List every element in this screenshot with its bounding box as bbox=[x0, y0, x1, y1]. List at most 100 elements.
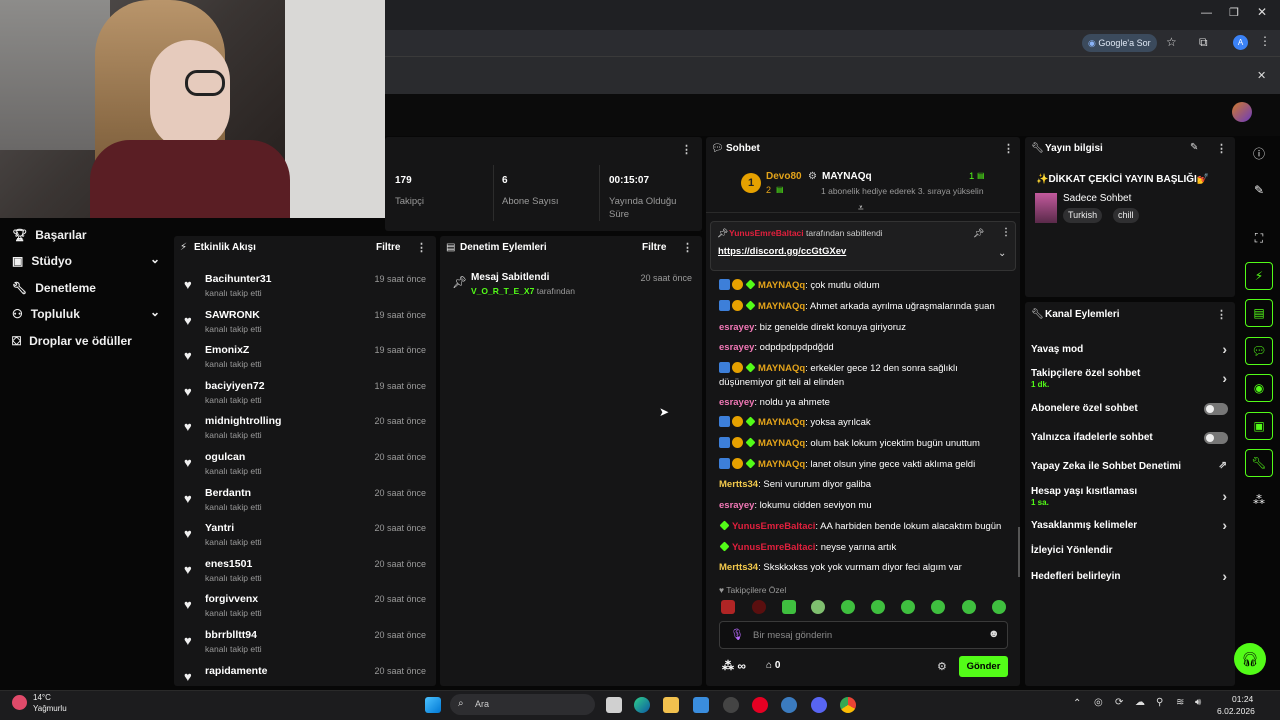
tray-icon-1[interactable]: ◎ bbox=[1094, 697, 1103, 708]
user-avatar[interactable] bbox=[1232, 102, 1252, 122]
taskbar-search[interactable]: ⌕ Ara bbox=[450, 694, 595, 715]
app-icon[interactable] bbox=[723, 697, 739, 713]
activity-item[interactable]: ♥ Bacihunter31 kanalı takip etti 19 saat ön… bbox=[174, 272, 434, 307]
category-thumbnail[interactable] bbox=[1035, 193, 1057, 223]
store-icon[interactable] bbox=[693, 697, 709, 713]
activity-item[interactable]: ♥ SAWRONK kanalı takip etti 19 saat önce bbox=[174, 308, 434, 343]
channel-actions-menu-icon[interactable]: ⋮ bbox=[1216, 308, 1227, 321]
chat-input[interactable]: 🎙︎ Bir mesaj gönderin ☻ bbox=[719, 621, 1008, 649]
points-display[interactable]: ⁂ ∞ bbox=[722, 659, 746, 673]
fullscreen-icon[interactable]: ⛶ bbox=[1245, 224, 1273, 252]
activity-username[interactable]: baciyiyen72 bbox=[205, 380, 265, 392]
leader1-name[interactable]: Devo80 bbox=[766, 171, 802, 182]
bolt-rail-icon[interactable]: ⚡︎ bbox=[1245, 262, 1273, 290]
chat-username[interactable]: esrayey bbox=[719, 500, 754, 511]
unpin-icon[interactable]: 📌︎ bbox=[973, 228, 984, 239]
activity-item[interactable]: ♥ enes1501 kanalı takip etti 20 saat önce bbox=[174, 557, 434, 592]
close-infobar-icon[interactable]: ✕ bbox=[1257, 69, 1266, 82]
chat-username[interactable]: Mertts34 bbox=[719, 562, 758, 573]
chat-rail-icon[interactable]: 💬︎ bbox=[1245, 337, 1273, 365]
banned-words-item[interactable]: Yasaklanmış kelimeler › bbox=[1031, 517, 1227, 533]
activity-item[interactable]: ♥ baciyiyen72 kanalı takip etti 19 saat önc… bbox=[174, 379, 434, 414]
emote-only-toggle[interactable] bbox=[1204, 432, 1228, 444]
pinned-link[interactable]: https://discord.gg/ccGtGXev bbox=[718, 246, 846, 257]
sidebar-item-studio[interactable]: ▣ Stüdyo ⌄ bbox=[12, 252, 160, 268]
mod-action-username[interactable]: V_O_R_T_E_X7 bbox=[471, 286, 534, 296]
activity-username[interactable]: forgivvenx bbox=[205, 593, 258, 605]
chat-username[interactable]: esrayey bbox=[719, 342, 754, 353]
followers-only-item[interactable]: Takipçilere özel sohbet 1 dk. › bbox=[1031, 368, 1227, 389]
tray-chevron-icon[interactable]: ⌃ bbox=[1073, 698, 1081, 709]
activity-username[interactable]: rapidamente bbox=[205, 665, 267, 677]
chat-username[interactable]: MAYNAQq bbox=[758, 438, 805, 449]
emote-7[interactable] bbox=[901, 600, 915, 614]
info-icon[interactable]: ⓘ bbox=[1245, 139, 1273, 167]
emoji-icon[interactable]: ☻ bbox=[988, 628, 1000, 640]
sidebar-item-drops[interactable]: ⛋ Droplar ve ödüller bbox=[12, 334, 132, 349]
activity-username[interactable]: ogulcan bbox=[205, 451, 245, 463]
emote-8[interactable] bbox=[931, 600, 945, 614]
emote-6[interactable] bbox=[871, 600, 885, 614]
maximize-icon[interactable]: ❐ bbox=[1229, 6, 1239, 19]
panel-rail-icon[interactable]: ▣ bbox=[1245, 412, 1273, 440]
google-ask-button[interactable]: ◉ Google'a Sor bbox=[1082, 34, 1157, 52]
activity-item[interactable]: ♥ Yantri kanalı takip etti 20 saat önce bbox=[174, 521, 434, 556]
chat-username[interactable]: MAYNAQq bbox=[758, 417, 805, 428]
sidebar-item-achievements[interactable]: 🏆︎ Başarılar bbox=[12, 228, 87, 242]
chat-settings-icon[interactable]: ⚙ bbox=[937, 660, 947, 673]
slow-mode-item[interactable]: Yavaş mod › bbox=[1031, 341, 1227, 357]
leader2-name[interactable]: MAYNAQq bbox=[822, 171, 872, 182]
subs-only-toggle[interactable] bbox=[1204, 403, 1228, 415]
expand-leaderboard-icon[interactable]: ⩡ bbox=[858, 203, 864, 214]
store-display[interactable]: ⌂ 0 bbox=[766, 660, 780, 671]
raid-item[interactable]: İzleyici Yönlendir bbox=[1031, 545, 1113, 556]
chat-username[interactable]: MAYNAQq bbox=[758, 280, 805, 291]
activity-username[interactable]: Bacihunter31 bbox=[205, 273, 272, 285]
chat-scrollbar[interactable] bbox=[1018, 527, 1020, 577]
chrome-icon[interactable] bbox=[840, 697, 856, 713]
activity-item[interactable]: ♥ Berdantn kanalı takip etti 20 saat önce bbox=[174, 486, 434, 521]
activity-item[interactable]: ♥ bbrrblltt94 kanalı takip etti 20 saat önc… bbox=[174, 628, 434, 663]
mod-menu-icon[interactable]: ⋮ bbox=[682, 241, 693, 254]
activity-username[interactable]: bbrrblltt94 bbox=[205, 629, 257, 641]
activity-username[interactable]: EmonixZ bbox=[205, 344, 249, 356]
sidebar-item-moderation[interactable]: 🔧︎ Denetleme bbox=[12, 281, 96, 295]
activity-item[interactable]: ♥ ogulcan kanalı takip etti 20 saat önce bbox=[174, 450, 434, 485]
task-view-icon[interactable] bbox=[606, 697, 622, 713]
file-explorer-icon[interactable] bbox=[663, 697, 679, 713]
extensions-icon[interactable]: ⧉ bbox=[1199, 35, 1208, 50]
wrench-rail-icon[interactable]: 🔧︎ bbox=[1245, 449, 1273, 477]
emote-1[interactable] bbox=[721, 600, 735, 614]
chat-username[interactable]: MAYNAQq bbox=[758, 301, 805, 312]
mod-filter-button[interactable]: Filtre bbox=[642, 242, 666, 253]
clock-date[interactable]: 6.02.2026 bbox=[1217, 706, 1255, 716]
edit-icon[interactable]: ✎ bbox=[1190, 142, 1198, 153]
globe-icon[interactable] bbox=[781, 697, 797, 713]
tray-icon-4[interactable]: ⚲ bbox=[1156, 697, 1163, 708]
activity-username[interactable]: enes1501 bbox=[205, 558, 252, 570]
sidebar-item-community[interactable]: ⚇ Topluluk ⌄ bbox=[12, 305, 160, 321]
microphone-icon[interactable]: 🎙︎ bbox=[730, 628, 744, 641]
account-age-item[interactable]: Hesap yaşı kısıtlaması 1 sa. › bbox=[1031, 486, 1227, 507]
tray-icon-2[interactable]: ⟳ bbox=[1115, 697, 1123, 708]
activity-item[interactable]: ♥ forgivvenx kanalı takip etti 20 saat önce bbox=[174, 592, 434, 627]
activity-item[interactable]: ♥ midnightrolling kanalı takip etti 20 saat… bbox=[174, 414, 434, 449]
pinned-menu-icon[interactable]: ⋮ bbox=[1001, 227, 1011, 238]
activity-username[interactable]: midnightrolling bbox=[205, 415, 281, 427]
activity-username[interactable]: Berdantn bbox=[205, 487, 251, 499]
activity-menu-icon[interactable]: ⋮ bbox=[416, 241, 427, 254]
edit-icon[interactable]: ✎ bbox=[1245, 176, 1273, 204]
activity-item[interactable]: ♥ EmonixZ kanalı takip etti 19 saat önce bbox=[174, 343, 434, 378]
close-window-icon[interactable]: ✕ bbox=[1257, 5, 1267, 19]
chevron-down-icon[interactable]: ⌄ bbox=[998, 248, 1006, 259]
discord-icon[interactable] bbox=[811, 697, 827, 713]
wifi-icon[interactable]: ≋ bbox=[1176, 697, 1184, 708]
volume-icon[interactable]: 🔊︎ bbox=[1195, 697, 1201, 708]
windows-start-icon[interactable] bbox=[425, 697, 441, 713]
emote-9[interactable] bbox=[962, 600, 976, 614]
chat-username[interactable]: YunusEmreBaltaci bbox=[732, 542, 815, 553]
chat-username[interactable]: MAYNAQq bbox=[758, 363, 805, 374]
emote-2[interactable] bbox=[752, 600, 766, 614]
emote-10[interactable] bbox=[992, 600, 1006, 614]
activity-username[interactable]: SAWRONK bbox=[205, 309, 260, 321]
